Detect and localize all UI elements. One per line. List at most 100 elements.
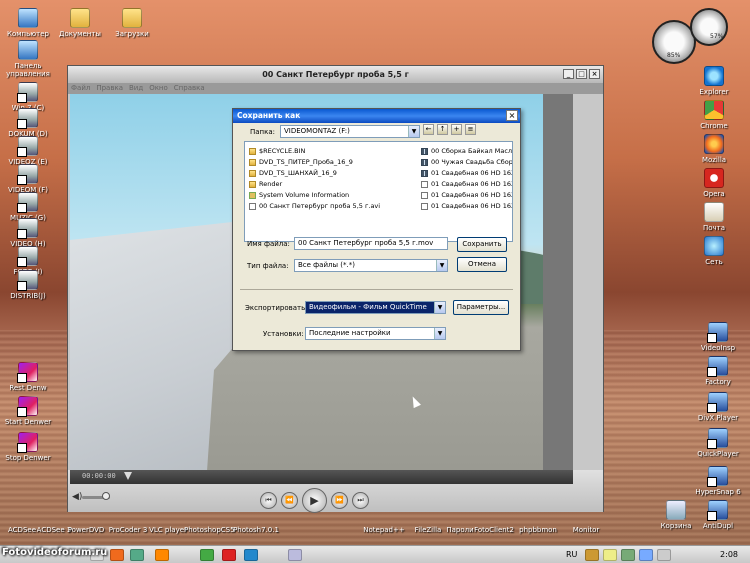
filename-input-value: 00 Санкт Петербург проба 5,5 г.mov	[298, 239, 434, 247]
file-list-item[interactable]: 01 Свадебная 06 HD 16X	[421, 168, 512, 179]
desktop-bottom-icon[interactable]: FotoClient2	[470, 526, 518, 534]
close-button[interactable]: ×	[589, 69, 600, 79]
up-folder-icon[interactable]: ↑	[437, 124, 448, 135]
folder-label: Папка:	[250, 128, 276, 136]
file-name: DVD_TS_ШАНХАЙ_16_9	[259, 169, 337, 177]
chrome-taskbar-icon[interactable]	[200, 549, 214, 561]
player-menu-item[interactable]: Файл	[71, 83, 90, 94]
desktop-icon-left[interactable]: VIDEOM (F)	[0, 164, 60, 194]
desktop-icon-right[interactable]: VideoInsp	[686, 322, 750, 352]
tray-icon[interactable]	[585, 549, 599, 561]
opera-taskbar-icon[interactable]	[222, 549, 236, 561]
tray-icon[interactable]	[621, 549, 635, 561]
desktop-bottom-icon[interactable]: Photosh7.0.1	[232, 526, 280, 534]
desktop-bottom-icon[interactable]: Notepad++	[360, 526, 408, 534]
save-as-dialog[interactable]: Сохранить как × Папка: VIDEOMONTAZ (F:) …	[232, 108, 521, 351]
file-list-item[interactable]: DVD_TS_ШАНХАЙ_16_9	[249, 168, 421, 179]
fast-forward-button[interactable]: ⏩	[331, 492, 348, 509]
go-to-end-button[interactable]: ⏭	[352, 492, 369, 509]
filename-input[interactable]: 00 Санкт Петербург проба 5,5 г.mov	[294, 237, 448, 250]
desktop-bottom-icon[interactable]: PhotoshopCS5	[184, 526, 235, 534]
file-list-item[interactable]: DVD_TS_ПИТЕР_Проба_16_9	[249, 157, 421, 168]
desktop-icon-right[interactable]: Chrome	[682, 100, 746, 130]
dialog-close-button[interactable]: ×	[506, 110, 518, 121]
desktop-icon-right[interactable]: Почта	[682, 202, 746, 232]
player-menu-item[interactable]: Правка	[96, 83, 123, 94]
tray-icon[interactable]	[603, 549, 617, 561]
desktop-icon-right[interactable]: QuickPlayer	[686, 428, 750, 458]
file-icon	[249, 203, 256, 210]
file-list-item[interactable]: System Volume Information	[249, 190, 421, 201]
desktop-icon-right[interactable]: AntiDupl	[686, 500, 750, 530]
folder-select[interactable]: VIDEOMONTAZ (F:) ▼	[280, 125, 420, 138]
desktop-bottom-icon[interactable]: PowerDVD	[62, 526, 110, 534]
tray-icon[interactable]	[639, 549, 653, 561]
play-button[interactable]: ▶	[302, 488, 327, 513]
back-icon[interactable]: ←	[423, 124, 434, 135]
quicktime-taskbar-icon[interactable]	[288, 549, 302, 561]
volume-knob[interactable]	[101, 492, 110, 500]
filetype-select[interactable]: Все файлы (*.*) ▼	[294, 259, 448, 272]
desktop-icon-right[interactable]: Opera	[682, 168, 746, 198]
playhead-marker[interactable]	[124, 472, 132, 480]
file-list-item[interactable]: 01 Свадебная 06 HD 16X	[421, 201, 512, 212]
file-list-item[interactable]: 00 Сборка Байкал Масло	[421, 146, 512, 157]
app-icon	[707, 500, 728, 521]
desktop-icon-label: Factory	[705, 378, 731, 386]
settings-select[interactable]: Последние настройки ▼	[305, 327, 446, 340]
desktop-icon-top[interactable]: Загрузки	[100, 8, 164, 38]
desktop-icon-left[interactable]: DOKUM (D)	[0, 108, 60, 138]
language-indicator[interactable]: RU	[566, 550, 577, 559]
desktop-icon-right[interactable]: Сеть	[682, 236, 746, 266]
speaker-icon[interactable]: ◀)	[72, 492, 82, 502]
file-list-item[interactable]: Render	[249, 179, 421, 190]
export-select[interactable]: Видеофильм - Фильм QuickTime ▼	[305, 301, 446, 314]
file-list-item[interactable]: 00 Чужая Свадьба Сбор	[421, 157, 512, 168]
rewind-button[interactable]: ⏪	[281, 492, 298, 509]
desktop-icon-left[interactable]: Start Denwer	[0, 396, 60, 426]
desktop-icon-left[interactable]: Rest Denw	[0, 362, 60, 392]
app-taskbar-icon[interactable]	[130, 549, 144, 561]
desktop-icon-left[interactable]: Панель управления	[0, 40, 60, 78]
desktop-icon-right[interactable]: HyperSnap 6	[686, 466, 750, 496]
desktop-icon-left[interactable]: VIDEO (H)	[0, 218, 60, 248]
timeline-bar[interactable]: 00:00:00	[70, 470, 573, 484]
parameters-button[interactable]: Параметры...	[453, 300, 509, 315]
file-list-item[interactable]: 01 Свадебная 06 HD 16X	[421, 179, 512, 190]
new-folder-icon[interactable]: +	[451, 124, 462, 135]
player-menu-item[interactable]: Справка	[174, 83, 205, 94]
view-menu-icon[interactable]: ≡	[465, 124, 476, 135]
ram-meter-gadget[interactable]: 57%	[690, 8, 728, 46]
speaker-tray-icon[interactable]	[657, 549, 671, 561]
file-list-item[interactable]: 00 Санкт Петербург проба 5,5 г.avi	[249, 201, 421, 212]
desktop-icon-left[interactable]: Stop Denwer	[0, 432, 60, 462]
save-button[interactable]: Сохранить	[457, 237, 507, 252]
desktop-bottom-icon[interactable]: phpbbmon	[514, 526, 562, 534]
desktop-icon-right[interactable]: DivX Player	[686, 392, 750, 422]
minimize-button[interactable]: _	[563, 69, 574, 79]
player-titlebar[interactable]: 00 Санкт Петербург проба 5,5 г _ □ ×	[68, 66, 603, 83]
firefox-taskbar-icon[interactable]	[110, 549, 124, 561]
folder-icon	[249, 181, 256, 188]
desktop-icon-right[interactable]: Mozilla	[682, 134, 746, 164]
file-list[interactable]: $RECYCLE.BIN DVD_TS_ПИТЕР_Проба_16_9 DVD_T…	[244, 141, 513, 242]
file-list-item[interactable]: $RECYCLE.BIN	[249, 146, 421, 157]
downloads-icon	[122, 8, 142, 28]
drive-icon	[17, 192, 38, 213]
file-list-item[interactable]: 01 Свадебная 06 HD 16X	[421, 190, 512, 201]
go-to-start-button[interactable]: ⏮	[260, 492, 277, 509]
desktop-bottom-icon[interactable]: Monitor	[562, 526, 610, 534]
maximize-button[interactable]: □	[576, 69, 587, 79]
photoshop-taskbar-icon[interactable]	[244, 549, 258, 561]
cancel-button[interactable]: Отмена	[457, 257, 507, 272]
dialog-titlebar[interactable]: Сохранить как ×	[233, 109, 520, 123]
desktop-icon-left[interactable]: DISTRIB(J)	[0, 270, 60, 300]
player-menu-item[interactable]: Вид	[129, 83, 143, 94]
vlc-taskbar-icon[interactable]	[155, 549, 169, 561]
player-menu-item[interactable]: Окно	[149, 83, 168, 94]
folder-select-value: VIDEOMONTAZ (F:)	[284, 127, 350, 135]
desktop-icon-left[interactable]: VIDEOZ (E)	[0, 136, 60, 166]
clock[interactable]: 2:08	[720, 550, 738, 559]
desktop-icon-right[interactable]: Factory	[686, 356, 750, 386]
desktop-icon-right[interactable]: Explorer	[682, 66, 746, 96]
